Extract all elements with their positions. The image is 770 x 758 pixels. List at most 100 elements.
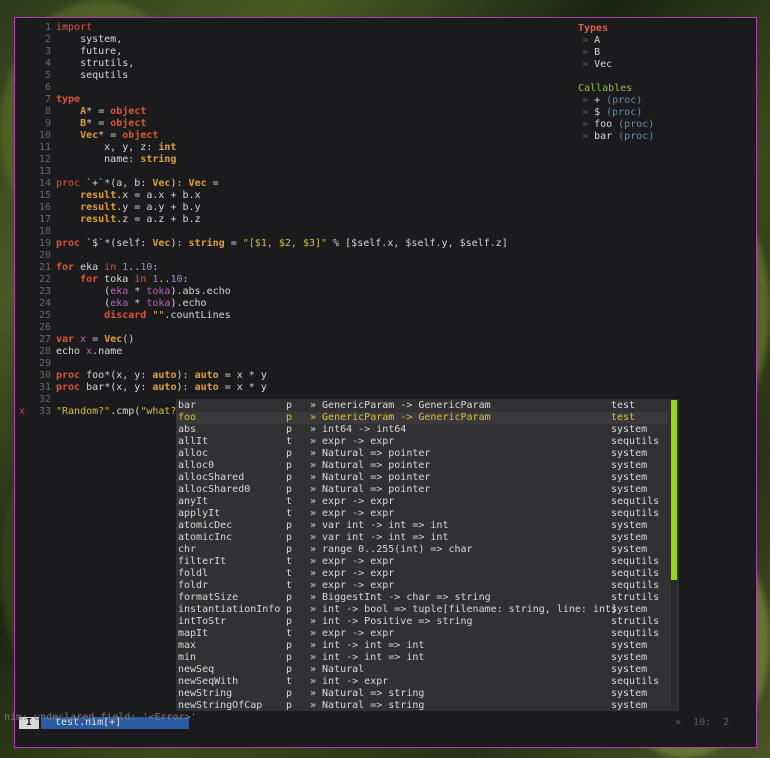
completion-item[interactable]: atomicDec p » var int -> int => int system <box>176 520 668 532</box>
code-text[interactable]: result.z = a.z + b.z <box>56 214 201 226</box>
code-text[interactable]: Vec* = object <box>56 130 158 142</box>
code-line[interactable]: 12 name: string <box>15 154 555 166</box>
code-line[interactable]: 25 discard "".countLines <box>15 310 555 322</box>
code-text[interactable]: proc foo*(x, y: auto): auto = x * y <box>56 370 267 382</box>
code-line[interactable]: 29 <box>15 358 555 370</box>
code-text[interactable]: system, <box>56 34 122 46</box>
completion-item[interactable]: allocShared p » Natural => pointer system <box>176 472 668 484</box>
code-text[interactable]: proc bar*(x, y: auto): auto = x * y <box>56 382 267 394</box>
code-line[interactable]: 2 system, <box>15 34 555 46</box>
completion-item[interactable]: bar p » GenericParam -> GenericParam test <box>176 400 668 412</box>
code-line[interactable]: 10 Vec* = object <box>15 130 555 142</box>
completion-item[interactable]: intToStr p » int -> Positive => string stru… <box>176 616 668 628</box>
code-line[interactable]: 19 proc `$`*(self: Vec): string = "[$1, $… <box>15 238 555 250</box>
completion-c4: system <box>611 448 648 459</box>
code-text[interactable]: discard "".countLines <box>56 310 230 322</box>
code-line[interactable]: 27 var x = Vec() <box>15 334 555 346</box>
code-line[interactable]: 3 future, <box>15 46 555 58</box>
code-line[interactable]: 30 proc foo*(x, y: auto): auto = x * y <box>15 370 555 382</box>
completion-item[interactable]: newString p » Natural => string system <box>176 688 668 700</box>
code-text[interactable]: x, y, z: int <box>56 142 176 154</box>
completion-item[interactable]: atomicInc p » var int -> int => int system <box>176 532 668 544</box>
code-text[interactable]: (eka * toka).abs.echo <box>56 286 231 298</box>
code-line[interactable]: 22 for toka in 1..10: <box>15 274 555 286</box>
code-line[interactable]: 7 type <box>15 94 555 106</box>
code-line[interactable]: 21 for eka in 1..10: <box>15 262 555 274</box>
code-text[interactable]: type <box>56 94 80 106</box>
completion-c4: system <box>611 640 648 651</box>
code-text[interactable]: proc `+`*(a, b: Vec): Vec = <box>56 178 219 190</box>
code-line[interactable]: 17 result.z = a.z + b.z <box>15 214 555 226</box>
code-text[interactable]: var x = Vec() <box>56 334 134 346</box>
code-line[interactable]: 6 <box>15 82 555 94</box>
outline-callable-item[interactable]: » $ (proc) <box>578 107 748 119</box>
code-text[interactable]: for eka in 1..10: <box>56 262 158 274</box>
code-line[interactable]: 20 <box>15 250 555 262</box>
code-text[interactable]: name: string <box>56 154 176 166</box>
completion-item[interactable]: newSeq p » Natural system <box>176 664 668 676</box>
code-text[interactable]: proc `$`*(self: Vec): string = "[$1, $2,… <box>56 238 508 250</box>
outline-type-item[interactable]: » A <box>578 35 748 47</box>
code-line[interactable]: 5 sequtils <box>15 70 555 82</box>
completion-scrollbar-thumb[interactable] <box>671 400 677 580</box>
code-line[interactable]: 26 <box>15 322 555 334</box>
completion-popup[interactable]: bar p» GenericParam -> GenericParam test fo… <box>176 399 679 711</box>
completion-item[interactable]: formatSize p » BiggestInt -> char => strin… <box>176 592 668 604</box>
code-line[interactable]: 13 <box>15 166 555 178</box>
completion-item[interactable]: allocShared0 p » Natural => pointer system <box>176 484 668 496</box>
code-line[interactable]: 1 import <box>15 22 555 34</box>
code-line[interactable]: 8 A* = object <box>15 106 555 118</box>
completion-item[interactable]: mapIt t » expr -> expr sequtils <box>176 628 668 640</box>
code-line[interactable]: 14 proc `+`*(a, b: Vec): Vec = <box>15 178 555 190</box>
outline-callable-item[interactable]: » + (proc) <box>578 95 748 107</box>
code-line[interactable]: 23 (eka * toka).abs.echo <box>15 286 555 298</box>
outline-callable-item[interactable]: » bar (proc) <box>578 131 748 143</box>
code-text[interactable]: (eka * toka).echo <box>56 298 206 310</box>
completion-item[interactable]: foldl t » expr -> expr sequtils <box>176 568 668 580</box>
completion-c1: intToStr <box>178 616 227 627</box>
line-number: 26 <box>38 322 51 333</box>
code-text[interactable]: B* = object <box>56 118 146 130</box>
completion-item[interactable]: alloc p » Natural => pointer system <box>176 448 668 460</box>
code-text[interactable]: strutils, <box>56 58 134 70</box>
completion-item[interactable]: min p » int -> int => int system <box>176 652 668 664</box>
completion-item[interactable]: abs p » int64 -> int64 system <box>176 424 668 436</box>
code-line[interactable]: 24 (eka * toka).echo <box>15 298 555 310</box>
code-line[interactable]: 11 x, y, z: int <box>15 142 555 154</box>
code-line[interactable]: 4 strutils, <box>15 58 555 70</box>
code-line[interactable]: 31 proc bar*(x, y: auto): auto = x * y <box>15 382 555 394</box>
completion-item[interactable]: anyIt t » expr -> expr sequtils <box>176 496 668 508</box>
code-text[interactable]: echo x.name <box>56 346 122 358</box>
completion-item[interactable]: filterIt t » expr -> expr sequtils <box>176 556 668 568</box>
code-line[interactable]: 16 result.y = a.y + b.y <box>15 202 555 214</box>
outline-callable-item[interactable]: » foo (proc) <box>578 119 748 131</box>
completion-item[interactable]: instantiationInfo p » int -> bool => tuple… <box>176 604 668 616</box>
line-number: 13 <box>38 166 51 177</box>
code-text[interactable]: future, <box>56 46 122 58</box>
code-text[interactable]: for toka in 1..10: <box>56 274 188 286</box>
completion-item[interactable]: newStringOfCap p » Natural => string system <box>176 700 668 711</box>
code-text[interactable]: import <box>56 22 92 34</box>
completion-item[interactable]: applyIt t » expr -> expr sequtils <box>176 508 668 520</box>
completion-item[interactable]: max p » int -> int => int system <box>176 640 668 652</box>
code-line[interactable]: 9 B* = object <box>15 118 555 130</box>
completion-item[interactable]: newSeqWith t » int -> expr sequtils <box>176 676 668 688</box>
code-text[interactable]: sequtils <box>56 70 128 82</box>
code-text[interactable]: result.y = a.y + b.y <box>56 202 201 214</box>
completion-item[interactable]: alloc0 p » Natural => pointer system <box>176 460 668 472</box>
outline-type-item[interactable]: » Vec <box>578 59 748 71</box>
code-line[interactable]: 28 echo x.name <box>15 346 555 358</box>
completion-item[interactable]: foo p » GenericParam -> GenericParam test <box>176 412 668 424</box>
completion-item[interactable]: foldr t » expr -> expr sequtils <box>176 580 668 592</box>
code-text[interactable]: A* = object <box>56 106 146 118</box>
code-line[interactable]: 18 <box>15 226 555 238</box>
completion-item[interactable]: chr p » range 0..255(int) => char system <box>176 544 668 556</box>
outline-type-item[interactable]: » B <box>578 47 748 59</box>
completion-c2: p <box>286 616 293 627</box>
completion-c3: » GenericParam -> GenericParam <box>310 412 491 423</box>
code-line[interactable]: 15 result.x = a.x + b.x <box>15 190 555 202</box>
completion-item[interactable]: allIt t » expr -> expr sequtils <box>176 436 668 448</box>
completion-c1: newStringOfCap <box>178 700 263 711</box>
line-number: 5 <box>44 70 51 81</box>
code-text[interactable]: result.x = a.x + b.x <box>56 190 201 202</box>
